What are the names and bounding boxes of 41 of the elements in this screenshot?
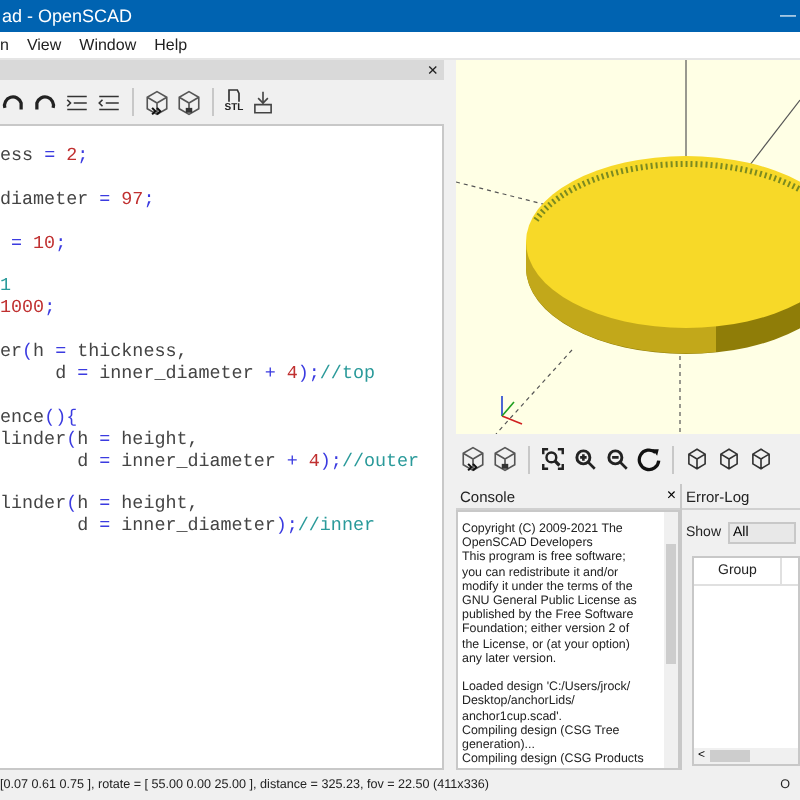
print-icon[interactable] [250, 89, 276, 115]
code-line: diameter = 97; [0, 185, 155, 212]
3d-viewport[interactable] [456, 60, 800, 434]
reset-view-icon[interactable] [636, 446, 662, 472]
code-line: d = inner_diameter + 4);//top [53, 363, 375, 386]
minimize-button[interactable]: — [776, 6, 800, 26]
preview-icon[interactable] [144, 89, 170, 115]
axis-line [679, 355, 681, 434]
redo-icon[interactable] [32, 89, 58, 115]
zoom-in-icon[interactable] [572, 446, 598, 472]
code-line: ence(){ [0, 403, 78, 430]
scrollbar[interactable] [664, 512, 678, 768]
window-title: ad - OpenSCAD [2, 6, 133, 26]
axis-line [495, 349, 573, 434]
code-line: d = inner_diameter);//inner [75, 516, 375, 539]
cube-view-icon[interactable] [684, 446, 710, 472]
cube-view-icon[interactable] [716, 446, 742, 472]
zoom-all-icon[interactable] [540, 446, 566, 472]
file-icon [224, 87, 244, 101]
undo-icon[interactable] [0, 89, 26, 115]
menu-item[interactable]: Window [79, 36, 137, 54]
code-line: d = inner_diameter + 4);//outer [75, 451, 420, 473]
code-editor[interactable]: ess = 2; diameter = 97; = 10; 1 1000; er(h = thickness, d = inner_diameter + 4);//top ence(){ linder(h = height, d = inner_diameter + 4);//outer linder(h = height, d = inner_diameter);//inner [0, 124, 444, 770]
code-line: 1000; [0, 298, 56, 321]
code-line: 1 [0, 272, 12, 299]
zoom-out-icon[interactable] [604, 446, 630, 472]
close-button[interactable]: × [421, 61, 444, 79]
close-button[interactable]: × [666, 488, 676, 504]
code-line: linder(h = height, [0, 490, 199, 516]
render-icon[interactable] [176, 89, 202, 115]
axis-gizmo-icon [501, 395, 523, 425]
menu-item[interactable]: n [0, 36, 9, 54]
code-line: linder(h = height, [0, 429, 199, 452]
code-line: er(h = thickness, [0, 338, 188, 364]
render-icon[interactable] [492, 446, 518, 472]
menu-item[interactable]: View [26, 36, 62, 54]
menu-item[interactable]: Help [154, 36, 188, 54]
code-line: ess = 2; [0, 146, 89, 168]
code-line: = 10; [9, 229, 67, 255]
cube-view-icon[interactable] [748, 446, 774, 472]
preview-icon[interactable] [460, 446, 486, 472]
